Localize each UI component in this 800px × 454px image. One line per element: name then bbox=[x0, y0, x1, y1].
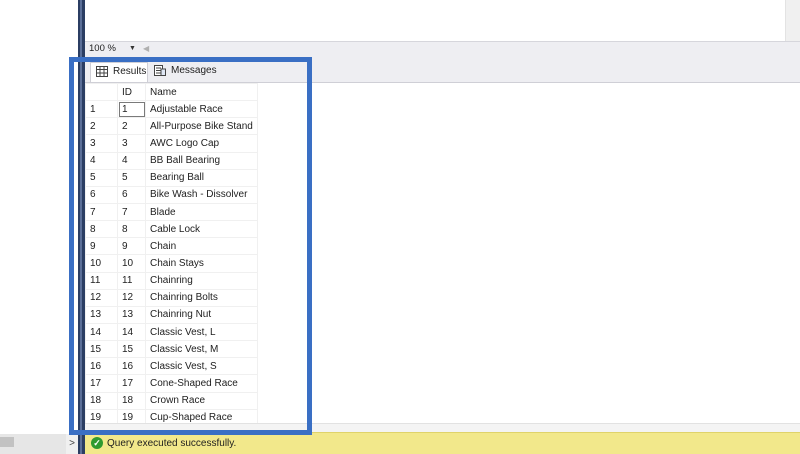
query-editor[interactable] bbox=[85, 0, 800, 41]
object-explorer-panel bbox=[0, 0, 78, 436]
highlight-rectangle bbox=[69, 57, 312, 435]
zoom-bar: 100 % ▼ ◀ bbox=[85, 41, 800, 55]
scroll-left-arrow-icon[interactable]: ◀ bbox=[143, 42, 149, 55]
chevron-down-icon[interactable]: ▼ bbox=[129, 42, 136, 55]
success-check-icon: ✓ bbox=[91, 437, 103, 449]
zoom-value: 100 % bbox=[89, 43, 116, 54]
status-bar: ✓ Query executed successfully. bbox=[85, 432, 800, 454]
editor-vscrollbar[interactable] bbox=[785, 0, 800, 41]
object-explorer-scroll-thumb[interactable] bbox=[0, 437, 14, 447]
status-message: Query executed successfully. bbox=[107, 438, 237, 449]
scroll-right-arrow-icon[interactable]: > bbox=[66, 434, 78, 454]
